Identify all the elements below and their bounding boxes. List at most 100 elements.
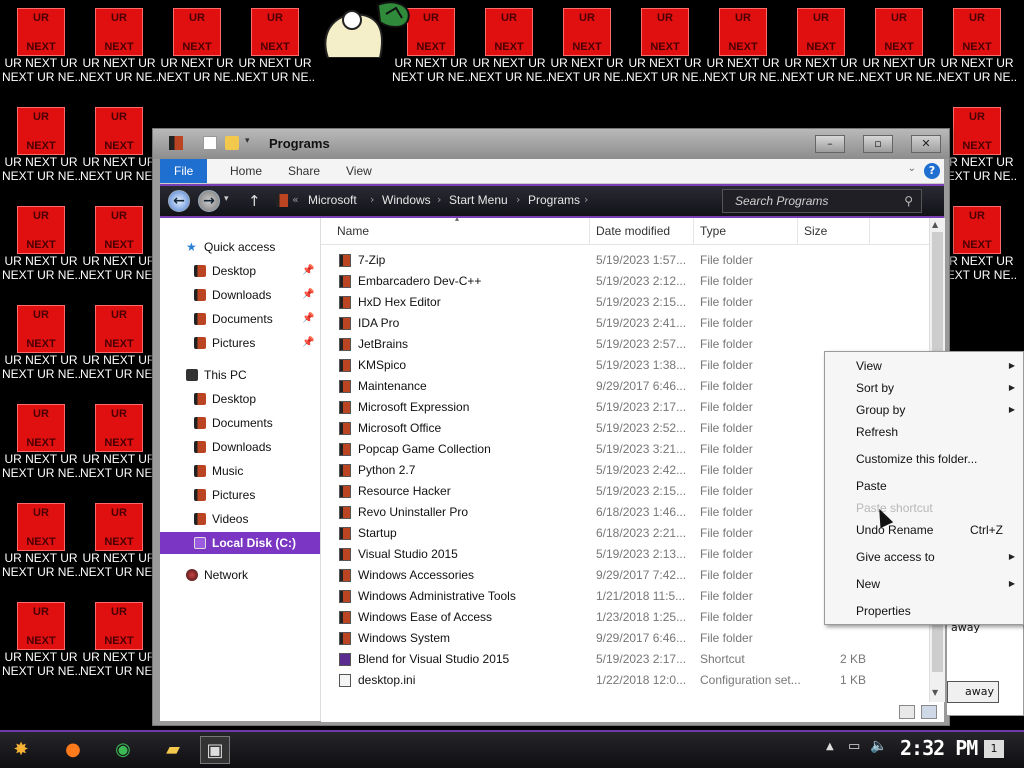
table-row[interactable]: HxD Hex Editor 5/19/2023 2:15... File fold… bbox=[321, 292, 929, 313]
desktop-shortcut[interactable]: UR NEXT UR NEXT UR NEXT UR NE... bbox=[80, 596, 158, 688]
volume-icon[interactable]: 🔈 bbox=[870, 738, 887, 754]
menu-item-undo-rename[interactable]: Undo Rename Ctrl+Z bbox=[825, 519, 1023, 541]
breadcrumb-programs[interactable]: Programs bbox=[528, 193, 580, 207]
desktop-shortcut[interactable]: UR NEXT UR NEXT UR NEXT UR NE... bbox=[2, 200, 80, 292]
show-hidden-icons-icon[interactable]: ▲ bbox=[826, 741, 834, 752]
desktop-shortcut[interactable]: UR NEXT UR NEXT UR NEXT UR NE... bbox=[470, 2, 548, 94]
desktop-shortcut[interactable]: UR NEXT UR NEXT UR NEXT UR NE... bbox=[626, 2, 704, 94]
tab-home[interactable]: Home bbox=[216, 159, 276, 183]
firefox-icon[interactable]: ● bbox=[58, 736, 88, 764]
menu-item-refresh[interactable]: Refresh bbox=[825, 421, 1023, 443]
title-bar[interactable]: ▾ Programs – ▫ ✕ bbox=[153, 129, 949, 159]
desktop-shortcut[interactable]: UR NEXT UR NEXT UR NEXT UR NE... bbox=[80, 497, 158, 589]
desktop-shortcut[interactable]: UR NEXT UR NEXT UR NEXT UR NE... bbox=[2, 101, 80, 193]
forward-button[interactable]: → bbox=[198, 190, 220, 212]
table-row[interactable]: Blend for Visual Studio 2015 5/19/2023 2:… bbox=[321, 649, 929, 670]
desktop-shortcut[interactable]: UR NEXT UR NEXT UR NEXT UR NE... bbox=[2, 299, 80, 391]
table-row[interactable]: desktop.ini 1/22/2018 12:0... Configuratio… bbox=[321, 670, 929, 691]
breadcrumb-separator[interactable]: › bbox=[516, 193, 520, 206]
desktop-shortcut[interactable]: UR NEXT UR NEXT UR NEXT UR NE... bbox=[2, 398, 80, 490]
desktop-shortcut[interactable]: UR NEXT UR NEXT UR NEXT UR NE... bbox=[782, 2, 860, 94]
column-date-modified[interactable]: Date modified bbox=[590, 218, 694, 244]
desktop-shortcut[interactable]: UR NEXT UR NEXT UR NEXT UR NE... bbox=[860, 2, 938, 94]
desktop-shortcut[interactable]: UR NEXT UR NEXT UR NEXT UR NE... bbox=[938, 2, 1016, 94]
menu-item-properties[interactable]: Properties bbox=[825, 600, 1023, 622]
breadcrumb-windows[interactable]: Windows bbox=[382, 193, 431, 207]
close-button[interactable]: ✕ bbox=[911, 135, 941, 153]
scroll-up-icon[interactable]: ▲ bbox=[932, 220, 938, 229]
nav-pc-music[interactable]: Music bbox=[160, 460, 320, 482]
menu-item-give-access[interactable]: Give access to ▶ bbox=[825, 546, 1023, 568]
notification-badge[interactable]: 1 bbox=[984, 740, 1004, 758]
clock[interactable]: 2:32 PM bbox=[900, 736, 978, 760]
back-button[interactable]: ← bbox=[168, 190, 190, 212]
nav-network[interactable]: Network bbox=[160, 564, 320, 586]
search-icon[interactable]: ⚲ bbox=[904, 194, 913, 208]
desktop-shortcut[interactable]: UR NEXT UR NEXT UR NEXT UR NE... bbox=[2, 596, 80, 688]
breadcrumb-microsoft[interactable]: Microsoft bbox=[308, 193, 357, 207]
table-row[interactable]: 7-Zip 5/19/2023 1:57... File folder bbox=[321, 250, 929, 271]
desktop-shortcut[interactable]: UR NEXT UR NEXT UR NEXT UR NE... bbox=[80, 200, 158, 292]
column-type[interactable]: Type bbox=[694, 218, 798, 244]
desktop-shortcut[interactable]: UR NEXT UR NEXT UR NEXT UR NE... bbox=[80, 2, 158, 94]
table-row[interactable]: IDA Pro 5/19/2023 2:41... File folder bbox=[321, 313, 929, 334]
minimize-button[interactable]: – bbox=[815, 135, 845, 153]
dialog-button[interactable]: away bbox=[947, 681, 999, 703]
expand-ribbon-icon[interactable]: ⌄ bbox=[908, 163, 916, 174]
active-window-icon[interactable]: ▣ bbox=[200, 736, 230, 764]
breadcrumb-start-menu[interactable]: Start Menu bbox=[449, 193, 508, 207]
help-icon[interactable]: ? bbox=[924, 163, 940, 179]
nav-quick-downloads[interactable]: Downloads 📌 bbox=[160, 284, 320, 306]
menu-item-paste[interactable]: Paste bbox=[825, 475, 1023, 497]
recent-locations-icon[interactable]: ▾ bbox=[224, 194, 229, 204]
nav-quick-desktop[interactable]: Desktop 📌 bbox=[160, 260, 320, 282]
desktop-shortcut[interactable]: UR NEXT UR NEXT UR NEXT UR NE... bbox=[548, 2, 626, 94]
address-bar[interactable]: « Microsoft › Windows › Start Menu › Pro… bbox=[270, 189, 710, 213]
menu-item-group-by[interactable]: Group by ▶ bbox=[825, 399, 1023, 421]
start-button[interactable]: ✸ bbox=[6, 736, 36, 764]
desktop-shortcut[interactable]: UR NEXT UR NEXT UR NEXT UR NE... bbox=[80, 299, 158, 391]
nav-local-disk[interactable]: Local Disk (C:) bbox=[160, 532, 320, 554]
table-row[interactable]: Embarcadero Dev-C++ 5/19/2023 2:12... File… bbox=[321, 271, 929, 292]
nav-pc-desktop[interactable]: Desktop bbox=[160, 388, 320, 410]
maximize-button[interactable]: ▫ bbox=[863, 135, 893, 153]
nav-this-pc[interactable]: This PC bbox=[160, 364, 320, 386]
properties-icon[interactable] bbox=[203, 136, 217, 150]
chrome-icon[interactable]: ◉ bbox=[108, 736, 138, 764]
tab-share[interactable]: Share bbox=[274, 159, 334, 183]
desktop-shortcut[interactable]: UR NEXT UR NEXT UR NEXT UR NE... bbox=[236, 2, 314, 94]
tab-file[interactable]: File bbox=[160, 159, 208, 183]
tab-view[interactable]: View bbox=[332, 159, 386, 183]
breadcrumb-separator[interactable]: › bbox=[437, 193, 441, 206]
desktop-shortcut[interactable]: UR NEXT UR NEXT UR NEXT UR NE... bbox=[2, 497, 80, 589]
menu-item-sort-by[interactable]: Sort by ▶ bbox=[825, 377, 1023, 399]
nav-pc-videos[interactable]: Videos bbox=[160, 508, 320, 530]
scroll-down-icon[interactable]: ▼ bbox=[932, 688, 938, 697]
nav-quick-pictures[interactable]: Pictures 📌 bbox=[160, 332, 320, 354]
up-button[interactable]: ↑ bbox=[248, 192, 261, 210]
nav-quick-documents[interactable]: Documents 📌 bbox=[160, 308, 320, 330]
network-icon[interactable]: ▭ bbox=[848, 739, 860, 754]
new-folder-icon[interactable] bbox=[225, 136, 239, 150]
table-row[interactable]: Windows System 9/29/2017 6:46... File fold… bbox=[321, 628, 929, 649]
chevron-down-icon[interactable]: ▾ bbox=[245, 136, 259, 150]
nav-pc-pictures[interactable]: Pictures bbox=[160, 484, 320, 506]
column-size[interactable]: Size bbox=[798, 218, 870, 244]
desktop-shortcut[interactable]: UR NEXT UR NEXT UR NEXT UR NE... bbox=[704, 2, 782, 94]
large-icons-view-icon[interactable] bbox=[921, 705, 937, 719]
desktop-shortcut[interactable]: UR NEXT UR NEXT UR NEXT UR NE... bbox=[2, 2, 80, 94]
nav-quick-access[interactable]: ★ Quick access bbox=[160, 236, 320, 258]
desktop-shortcut[interactable]: UR NEXT UR NEXT UR NEXT UR NE... bbox=[80, 101, 158, 193]
nav-pc-downloads[interactable]: Downloads bbox=[160, 436, 320, 458]
desktop-shortcut[interactable]: UR NEXT UR NEXT UR NEXT UR NE... bbox=[80, 398, 158, 490]
breadcrumb-separator[interactable]: › bbox=[370, 193, 374, 206]
file-explorer-icon[interactable]: ▰ bbox=[158, 736, 188, 764]
desktop-shortcut[interactable]: UR NEXT UR NEXT UR NEXT UR NE... bbox=[158, 2, 236, 94]
nav-pc-documents[interactable]: Documents bbox=[160, 412, 320, 434]
breadcrumb-separator[interactable]: › bbox=[584, 193, 588, 206]
menu-item-customize[interactable]: Customize this folder... bbox=[825, 448, 1023, 470]
search-input[interactable]: Search Programs ⚲ bbox=[722, 189, 922, 213]
details-view-icon[interactable] bbox=[899, 705, 915, 719]
menu-item-new[interactable]: New ▶ bbox=[825, 573, 1023, 595]
menu-item-view[interactable]: View ▶ bbox=[825, 355, 1023, 377]
